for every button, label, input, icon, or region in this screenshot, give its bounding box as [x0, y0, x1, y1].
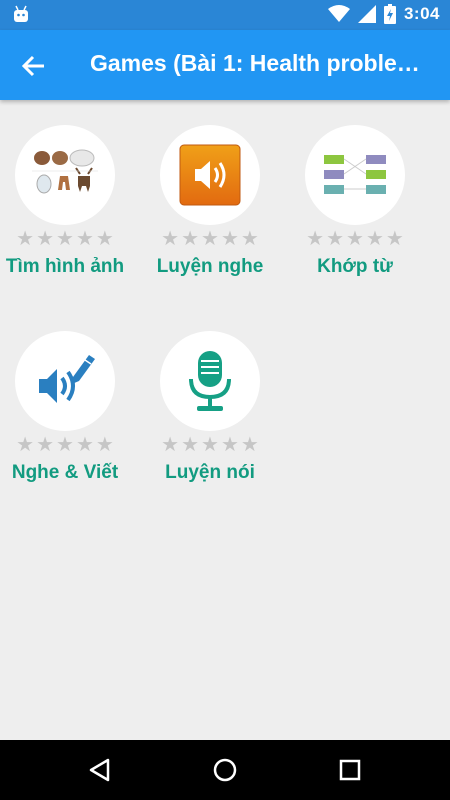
game-tile-find-picture[interactable]: ★ ★ ★ ★ ★ Tìm hình ảnh [0, 125, 130, 279]
clock: 3:04 [403, 4, 440, 23]
page-title: Games (Bài 1: Health proble… [90, 50, 420, 76]
star-empty-icon: ★ [161, 434, 180, 456]
game-tile-listen-write[interactable]: ★ ★ ★ ★ ★ Nghe & Viết [0, 331, 130, 485]
animals-picture-icon [32, 149, 98, 194]
app-bar: Games (Bài 1: Health proble… [0, 30, 450, 100]
android-icon [14, 5, 28, 22]
star-empty-icon: ★ [56, 434, 74, 456]
star-empty-icon: ★ [240, 434, 259, 456]
star-empty-icon: ★ [16, 228, 35, 250]
game-icon-circle [15, 125, 115, 225]
game-label: Khớp từ [317, 256, 393, 277]
home-circle-icon[interactable] [211, 756, 239, 784]
navigation-bar [0, 740, 450, 800]
game-label: Luyện nói [165, 462, 255, 483]
game-label: Tìm hình ảnh [5, 256, 125, 277]
star-empty-icon: ★ [95, 434, 114, 456]
star-empty-icon: ★ [75, 434, 94, 456]
star-empty-icon: ★ [56, 228, 74, 250]
star-empty-icon: ★ [95, 228, 114, 250]
star-empty-icon: ★ [36, 228, 55, 250]
star-empty-icon: ★ [365, 228, 384, 250]
game-tile-word-match[interactable]: ★ ★ ★ ★ ★ Khớp từ [290, 125, 420, 279]
star-empty-icon: ★ [346, 228, 364, 250]
star-empty-icon: ★ [306, 228, 325, 250]
rating-stars: ★ ★ ★ ★ ★ [0, 229, 130, 249]
star-empty-icon: ★ [240, 228, 259, 250]
rating-stars: ★ ★ ★ ★ ★ [290, 229, 420, 249]
back-triangle-icon[interactable] [86, 756, 114, 784]
wifi-icon [327, 5, 350, 22]
star-empty-icon: ★ [220, 434, 239, 456]
game-label: Luyện nghe [156, 256, 264, 277]
match-words-icon [324, 155, 386, 194]
game-label: Nghe & Viết [11, 462, 119, 483]
status-bar: 3:04 [0, 0, 450, 30]
star-empty-icon: ★ [201, 228, 219, 250]
game-icon-circle [160, 125, 260, 225]
microphone-icon [189, 351, 231, 411]
signal-icon [357, 5, 376, 23]
game-tile-speaking[interactable]: ★ ★ ★ ★ ★ Luyện nói [145, 331, 275, 485]
listen-write-icon [39, 355, 95, 403]
star-empty-icon: ★ [181, 434, 200, 456]
game-icon-circle [305, 125, 405, 225]
star-empty-icon: ★ [161, 228, 180, 250]
system-icons: 3:04 [327, 4, 440, 24]
star-empty-icon: ★ [385, 228, 404, 250]
star-empty-icon: ★ [220, 228, 239, 250]
rating-stars: ★ ★ ★ ★ ★ [145, 435, 275, 455]
star-empty-icon: ★ [75, 228, 94, 250]
game-icon-circle [160, 331, 260, 431]
speaker-icon [179, 144, 241, 206]
star-empty-icon: ★ [16, 434, 35, 456]
rating-stars: ★ ★ ★ ★ ★ [145, 229, 275, 249]
arrow-left-icon[interactable] [20, 52, 48, 80]
game-tile-listening[interactable]: ★ ★ ★ ★ ★ Luyện nghe [145, 125, 275, 279]
star-empty-icon: ★ [181, 228, 200, 250]
rating-stars: ★ ★ ★ ★ ★ [0, 435, 130, 455]
game-icon-circle [15, 331, 115, 431]
star-empty-icon: ★ [36, 434, 55, 456]
battery-icon [383, 4, 396, 24]
recents-square-icon[interactable] [336, 756, 364, 784]
star-empty-icon: ★ [201, 434, 219, 456]
star-empty-icon: ★ [326, 228, 345, 250]
